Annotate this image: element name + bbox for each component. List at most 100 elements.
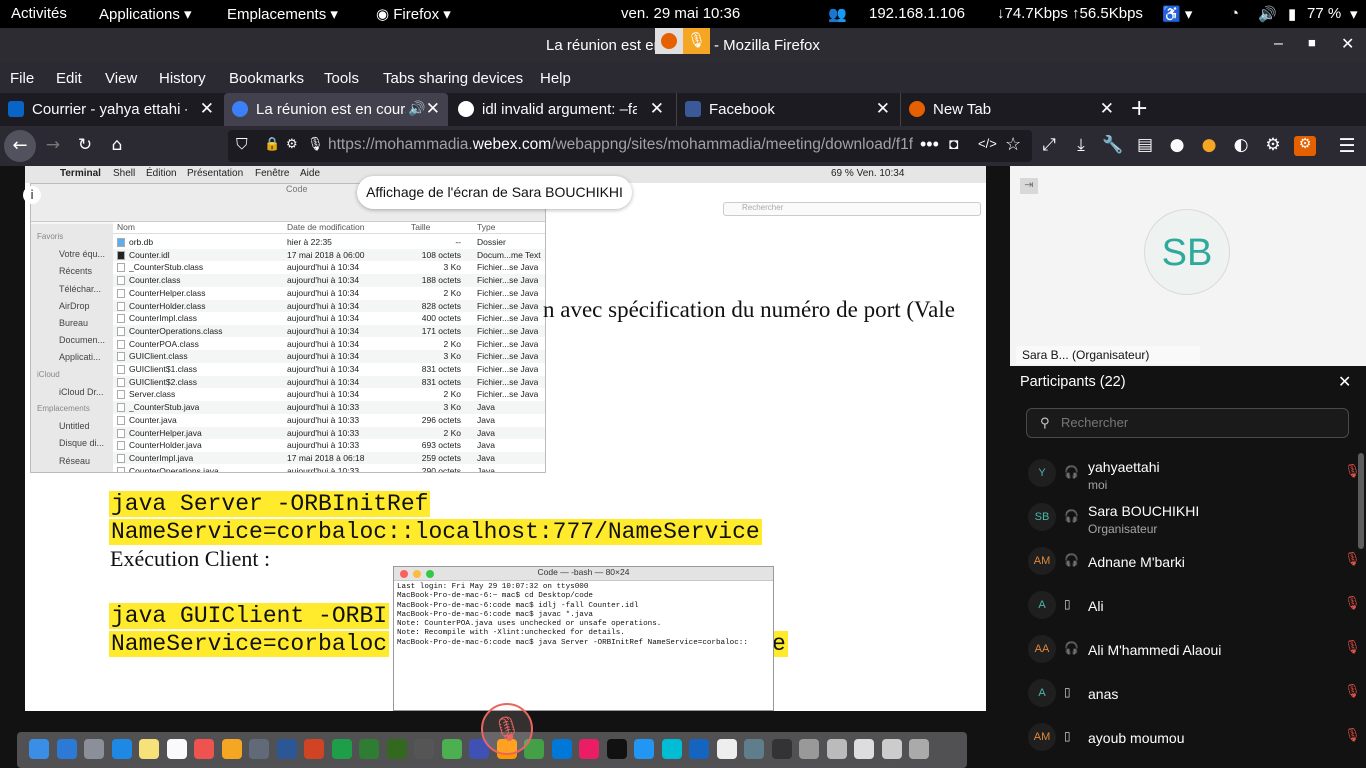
menu-edit[interactable]: Edit: [56, 70, 82, 87]
devtools-icon[interactable]: </>: [978, 136, 997, 151]
reader-sidebar-icon[interactable]: ▤: [1134, 135, 1156, 155]
extension-gear-icon[interactable]: ⚙: [1262, 135, 1284, 155]
finder-sidebar-item: Applicati...: [59, 352, 101, 363]
tab-outlook[interactable]: Courrier - yahya ettahi - O ✕: [0, 93, 222, 126]
menu-bookmarks[interactable]: Bookmarks: [229, 70, 304, 87]
bookmark-star-icon[interactable]: ☆: [1005, 134, 1021, 155]
menu-file[interactable]: File: [10, 70, 34, 87]
muted-mic-icon[interactable]: 🎙: [1344, 552, 1361, 567]
close-tab-icon[interactable]: ✕: [200, 99, 214, 119]
participant-row[interactable]: SB 🎧 Sara BOUCHIKHI Organisateur: [1010, 497, 1366, 541]
finder-sidebar-item: Réseau: [59, 455, 91, 466]
hamburger-menu-icon[interactable]: ☰: [1336, 135, 1358, 157]
lock-icon[interactable]: 🔒: [264, 136, 280, 152]
applications-menu[interactable]: Applications ▾: [99, 5, 192, 23]
participant-name: Ali: [1088, 598, 1104, 614]
file-size: 108 octets: [421, 249, 461, 260]
battery-icon[interactable]: ▮: [1288, 5, 1296, 23]
file-icon: [117, 441, 125, 451]
file-icon: [117, 301, 125, 311]
facebook-icon: [685, 101, 701, 117]
new-tab-button[interactable]: +: [1130, 96, 1148, 121]
file-type: Fichier...se Java: [477, 262, 539, 273]
fullscreen-icon[interactable]: ⤢: [1038, 135, 1060, 155]
tab-webex-active[interactable]: La réunion est en cours 🔊 ✕: [224, 93, 448, 126]
minimize-button[interactable]: –: [1274, 35, 1283, 53]
close-tab-icon[interactable]: ✕: [876, 99, 890, 119]
page-actions-icon[interactable]: •••: [920, 134, 939, 155]
downloads-icon[interactable]: ⤓: [1070, 135, 1092, 155]
wifi-icon[interactable]: ◔: [1230, 5, 1239, 22]
activities-button[interactable]: Activités: [11, 5, 67, 22]
participant-row[interactable]: A ▯ Ali 🎙: [1010, 585, 1366, 629]
close-participants-icon[interactable]: ✕: [1338, 372, 1351, 391]
participants-search-input[interactable]: Rechercher: [1026, 408, 1349, 438]
tab-google-search[interactable]: idl invalid argument: –fal ✕: [450, 93, 672, 126]
file-row: CounterHelper.java aujourd'hui à 10:33 2 K…: [113, 426, 545, 440]
accessibility-icon[interactable]: ♿ ▾: [1162, 5, 1192, 23]
menu-tabs-sharing[interactable]: Tabs sharing devices: [383, 70, 523, 87]
finder-sidebar-heading: Emplacements: [37, 404, 90, 413]
dock-app-icon: [276, 739, 297, 759]
close-tab-icon[interactable]: ✕: [650, 99, 664, 119]
participant-row[interactable]: AM 🎧 Adnane M'barki 🎙: [1010, 541, 1366, 585]
clock[interactable]: ven. 29 mai 10:36: [621, 5, 740, 22]
close-tab-icon[interactable]: ✕: [426, 99, 440, 119]
tab-facebook[interactable]: Facebook ✕: [676, 93, 898, 126]
participant-row[interactable]: AM ▯ ayoub moumou 🎙: [1010, 717, 1366, 761]
reload-button[interactable]: ↻: [74, 135, 96, 155]
firefox-app-menu[interactable]: ◉ Firefox ▾: [376, 5, 451, 23]
maximize-button[interactable]: ■: [1308, 35, 1316, 50]
tab-new-tab[interactable]: New Tab ✕: [900, 93, 1122, 126]
dock-app-icon: [304, 739, 324, 759]
extension-orange-gear-icon[interactable]: ⚙: [1294, 136, 1316, 156]
volume-icon[interactable]: 🔊: [1258, 5, 1277, 23]
participant-row[interactable]: AA 🎧 Ali M'hammedi Alaoui 🎙: [1010, 629, 1366, 673]
extension-dark-icon[interactable]: ◐: [1230, 135, 1252, 155]
pocket-icon[interactable]: ◘: [949, 136, 958, 154]
file-row: GUIClient$1.class aujourd'hui à 10:34 831 …: [113, 363, 545, 376]
info-icon[interactable]: i: [23, 186, 41, 204]
back-button[interactable]: ←: [4, 130, 36, 162]
file-name: CounterOperations.java: [129, 465, 219, 473]
close-tab-icon[interactable]: ✕: [1100, 99, 1114, 119]
file-name: Server.class: [129, 389, 176, 400]
audio-playing-icon[interactable]: 🔊: [408, 100, 425, 117]
menu-help[interactable]: Help: [540, 70, 571, 87]
file-type: Dossier: [477, 237, 506, 247]
home-button[interactable]: ⌂: [106, 135, 128, 155]
file-type: Java: [477, 402, 495, 413]
file-row: Counter.idl 17 mai 2018 à 06:00 108 octets…: [113, 248, 545, 262]
menu-history[interactable]: History: [159, 70, 206, 87]
collapse-icon[interactable]: ⇥: [1020, 178, 1038, 194]
shared-screen: Terminal Shell Édition Présentation Fenê…: [25, 166, 986, 711]
url-text[interactable]: https://mohammadia.webex.com/webappng/si…: [328, 136, 913, 154]
extension-orange-icon[interactable]: ●: [1198, 135, 1220, 155]
menu-view[interactable]: View: [105, 70, 137, 87]
url-bar[interactable]: ⛉ 🔒 ⚙ 🎙 https://mohammadia.webex.com/web…: [228, 130, 1032, 162]
participant-row[interactable]: A ▯ anas 🎙: [1010, 673, 1366, 717]
places-menu[interactable]: Emplacements ▾: [227, 5, 338, 23]
shield-icon[interactable]: ⛉: [236, 136, 248, 154]
tools-wrench-icon[interactable]: 🔧: [1102, 135, 1124, 155]
muted-microphone-button[interactable]: 🎙: [481, 703, 533, 755]
participants-scrollbar[interactable]: [1358, 453, 1364, 549]
file-size: 3 Ko: [443, 351, 462, 362]
muted-mic-icon[interactable]: 🎙: [1344, 596, 1361, 611]
close-window-button[interactable]: ✕: [1341, 34, 1354, 54]
ip-address: 192.168.1.106: [869, 5, 965, 22]
account-icon[interactable]: ●: [1166, 135, 1188, 155]
permissions-icon[interactable]: ⚙: [286, 136, 298, 152]
participant-row[interactable]: Y 🎧 yahyaettahi moi 🎙: [1010, 453, 1366, 497]
muted-mic-icon[interactable]: 🎙: [1344, 684, 1361, 699]
microphone-permission-icon[interactable]: 🎙: [307, 136, 324, 152]
menu-tools[interactable]: Tools: [324, 70, 359, 87]
muted-mic-icon[interactable]: 🎙: [1344, 640, 1361, 655]
system-menu-chevron[interactable]: ▾: [1350, 5, 1358, 23]
forward-button[interactable]: →: [42, 135, 64, 155]
gnome-top-bar: Activités Applications ▾ Emplacements ▾ …: [0, 0, 1366, 28]
file-type: Fichier...se Java: [477, 287, 539, 298]
file-date: aujourd'hui à 10:34: [287, 313, 360, 324]
dock-app-icon: [579, 739, 599, 759]
muted-mic-icon[interactable]: 🎙: [1344, 728, 1361, 743]
